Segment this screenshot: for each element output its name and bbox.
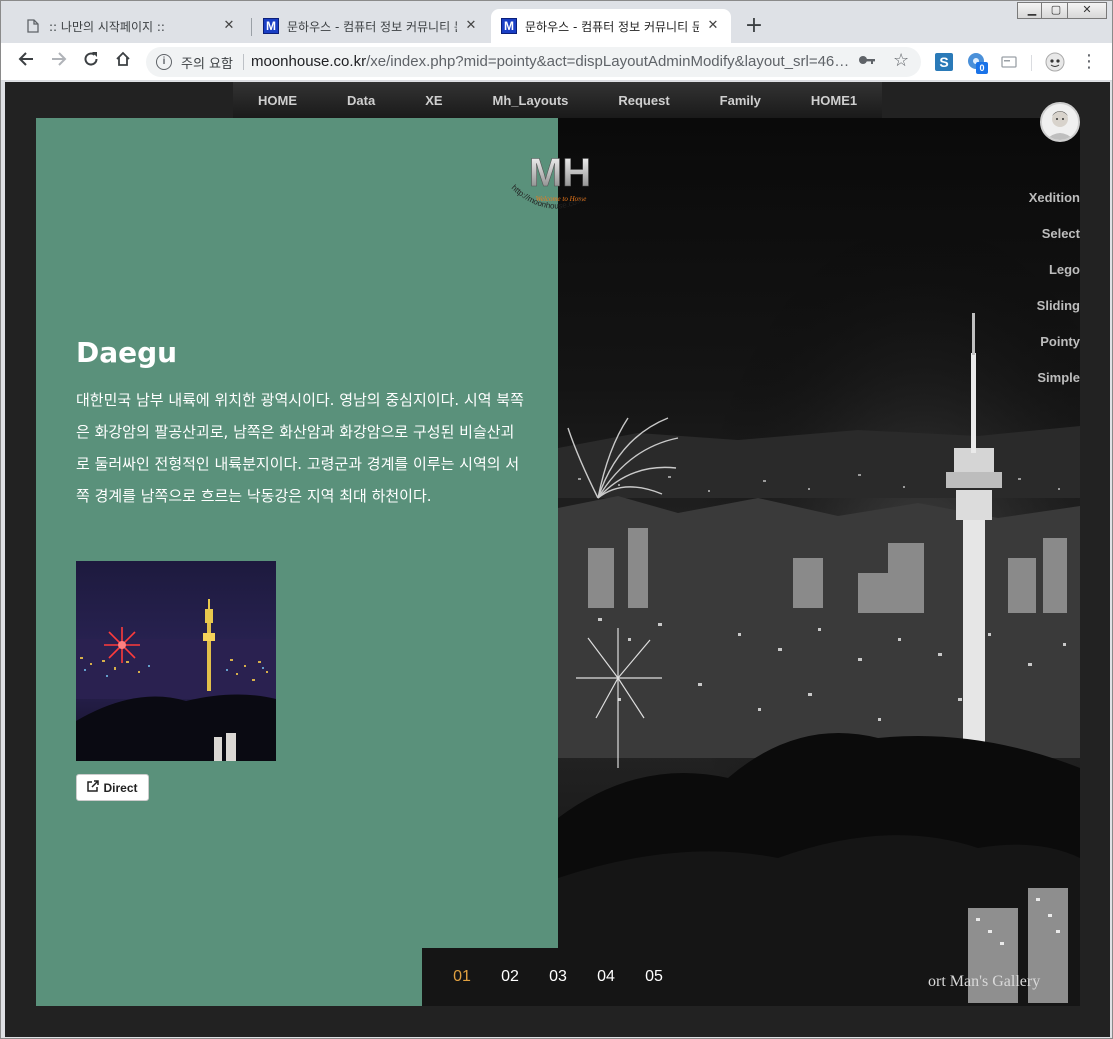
key-icon[interactable] bbox=[858, 52, 876, 70]
direct-button-label: Direct bbox=[103, 780, 138, 795]
forward-arrow-icon bbox=[52, 52, 67, 66]
side-menu-pointy[interactable]: Pointy bbox=[1029, 332, 1080, 368]
side-menu-select[interactable]: Select bbox=[1029, 224, 1080, 260]
external-link-icon bbox=[87, 780, 100, 795]
tab-title: 문하우스 - 컴퓨터 정보 커뮤니티 문하 bbox=[287, 19, 457, 34]
daegu-night-photo bbox=[558, 118, 1080, 1006]
page-03[interactable]: 03 bbox=[547, 968, 569, 986]
extension-s-icon[interactable]: S bbox=[934, 52, 954, 72]
home-icon bbox=[116, 51, 130, 66]
user-avatar[interactable] bbox=[1040, 102, 1080, 142]
nav-mh-layouts[interactable]: Mh_Layouts bbox=[493, 93, 569, 108]
extension-badge-count: 0 bbox=[976, 62, 988, 74]
close-tab-icon[interactable]: ✕ bbox=[705, 18, 721, 34]
top-navigation: HOME Data XE Mh_Layouts Request Family H… bbox=[233, 82, 882, 118]
logo-text: MH bbox=[529, 151, 591, 195]
url-text[interactable]: moonhouse.co.kr/xe/index.php?mid=pointy&… bbox=[251, 53, 851, 70]
reload-icon bbox=[84, 52, 98, 66]
security-label[interactable]: 주의 요함 bbox=[181, 53, 233, 72]
slide-background-photo: ort Man's Gallery bbox=[558, 118, 1080, 1006]
url-host: moonhouse.co.kr bbox=[251, 53, 367, 70]
browser-toolbar: i 주의 요함 moonhouse.co.kr/xe/index.php?mid… bbox=[1, 43, 1112, 81]
document-icon bbox=[25, 18, 41, 34]
profile-avatar-icon[interactable] bbox=[1045, 52, 1065, 72]
home-button[interactable] bbox=[111, 50, 135, 74]
forward-button[interactable] bbox=[47, 50, 71, 74]
tab-moonhouse-active[interactable]: M 문하우스 - 컴퓨터 정보 커뮤니티 문하 ✕ bbox=[491, 9, 731, 43]
tab-title: 문하우스 - 컴퓨터 정보 커뮤니티 문하 bbox=[525, 19, 699, 34]
tab-separator bbox=[251, 18, 252, 36]
nav-xe[interactable]: XE bbox=[425, 93, 442, 108]
moonhouse-favicon-icon: M bbox=[263, 18, 279, 34]
tab-title: :: 나만의 시작페이지 :: bbox=[49, 19, 165, 34]
slide-description: 대한민국 남부 내륙에 위치한 광역시이다. 영남의 중심지이다. 시역 북쪽은… bbox=[76, 391, 524, 505]
close-window-button[interactable]: ✕ bbox=[1067, 2, 1107, 19]
direct-button[interactable]: Direct bbox=[76, 774, 149, 801]
browser-window: :: 나만의 시작페이지 :: ✕ M 문하우스 - 컴퓨터 정보 커뮤니티 문… bbox=[0, 0, 1113, 1039]
slide-thumbnail[interactable] bbox=[76, 561, 276, 761]
bookmark-star-icon[interactable]: ☆ bbox=[893, 50, 909, 71]
nav-data[interactable]: Data bbox=[347, 93, 375, 108]
divider bbox=[243, 54, 244, 70]
tab-moonhouse-1[interactable]: M 문하우스 - 컴퓨터 정보 커뮤니티 문하 ✕ bbox=[253, 9, 489, 43]
slide-text-panel: Daegu 대한민국 남부 내륙에 위치한 광역시이다. 영남의 중심지이다. … bbox=[36, 118, 558, 1006]
nav-home1[interactable]: HOME1 bbox=[811, 93, 857, 108]
side-menu: Xedition Select Lego Sliding Pointy Simp… bbox=[1029, 188, 1080, 404]
back-arrow-icon bbox=[18, 52, 33, 66]
side-menu-sliding[interactable]: Sliding bbox=[1029, 296, 1080, 332]
reload-button[interactable] bbox=[79, 50, 103, 74]
page-04[interactable]: 04 bbox=[595, 968, 617, 986]
more-menu-icon[interactable]: ⋮ bbox=[1079, 52, 1099, 72]
page-01[interactable]: 01 bbox=[451, 968, 473, 986]
slide-title: Daegu bbox=[76, 336, 178, 369]
nav-request[interactable]: Request bbox=[618, 93, 669, 108]
close-tab-icon[interactable]: ✕ bbox=[463, 18, 479, 34]
page-05[interactable]: 05 bbox=[643, 968, 665, 986]
page-viewport: HOME Data XE Mh_Layouts Request Family H… bbox=[5, 82, 1110, 1037]
extension-badge-icon[interactable]: 0 bbox=[967, 52, 988, 74]
toolbar-divider bbox=[1031, 55, 1032, 71]
close-tab-icon[interactable]: ✕ bbox=[221, 18, 237, 34]
tab-start-page[interactable]: :: 나만의 시작페이지 :: ✕ bbox=[15, 9, 247, 43]
side-menu-simple[interactable]: Simple bbox=[1029, 368, 1080, 404]
new-tab-button[interactable]: + bbox=[742, 15, 766, 39]
page-02[interactable]: 02 bbox=[499, 968, 521, 986]
side-menu-xedition[interactable]: Xedition bbox=[1029, 188, 1080, 224]
info-icon[interactable]: i bbox=[156, 54, 172, 70]
moonhouse-favicon-icon: M bbox=[501, 18, 517, 34]
extension-card-icon[interactable] bbox=[999, 52, 1019, 72]
side-menu-lego[interactable]: Lego bbox=[1029, 260, 1080, 296]
nav-family[interactable]: Family bbox=[720, 93, 761, 108]
svg-text:S: S bbox=[939, 54, 948, 70]
url-path: /xe/index.php?mid=pointy&act=dispLayoutA… bbox=[366, 53, 850, 70]
site-logo[interactable]: MH Welcome to Home http://moonhouse.co.k… bbox=[505, 144, 615, 229]
address-bar[interactable]: i 주의 요함 moonhouse.co.kr/xe/index.php?mid… bbox=[146, 47, 921, 77]
nav-home[interactable]: HOME bbox=[258, 93, 297, 108]
slide-pagination: 01 02 03 04 05 bbox=[422, 948, 694, 1006]
gallery-watermark: ort Man's Gallery bbox=[928, 973, 1041, 990]
back-button[interactable] bbox=[14, 50, 38, 74]
tab-strip: :: 나만의 시작페이지 :: ✕ M 문하우스 - 컴퓨터 정보 커뮤니티 문… bbox=[1, 1, 1112, 43]
